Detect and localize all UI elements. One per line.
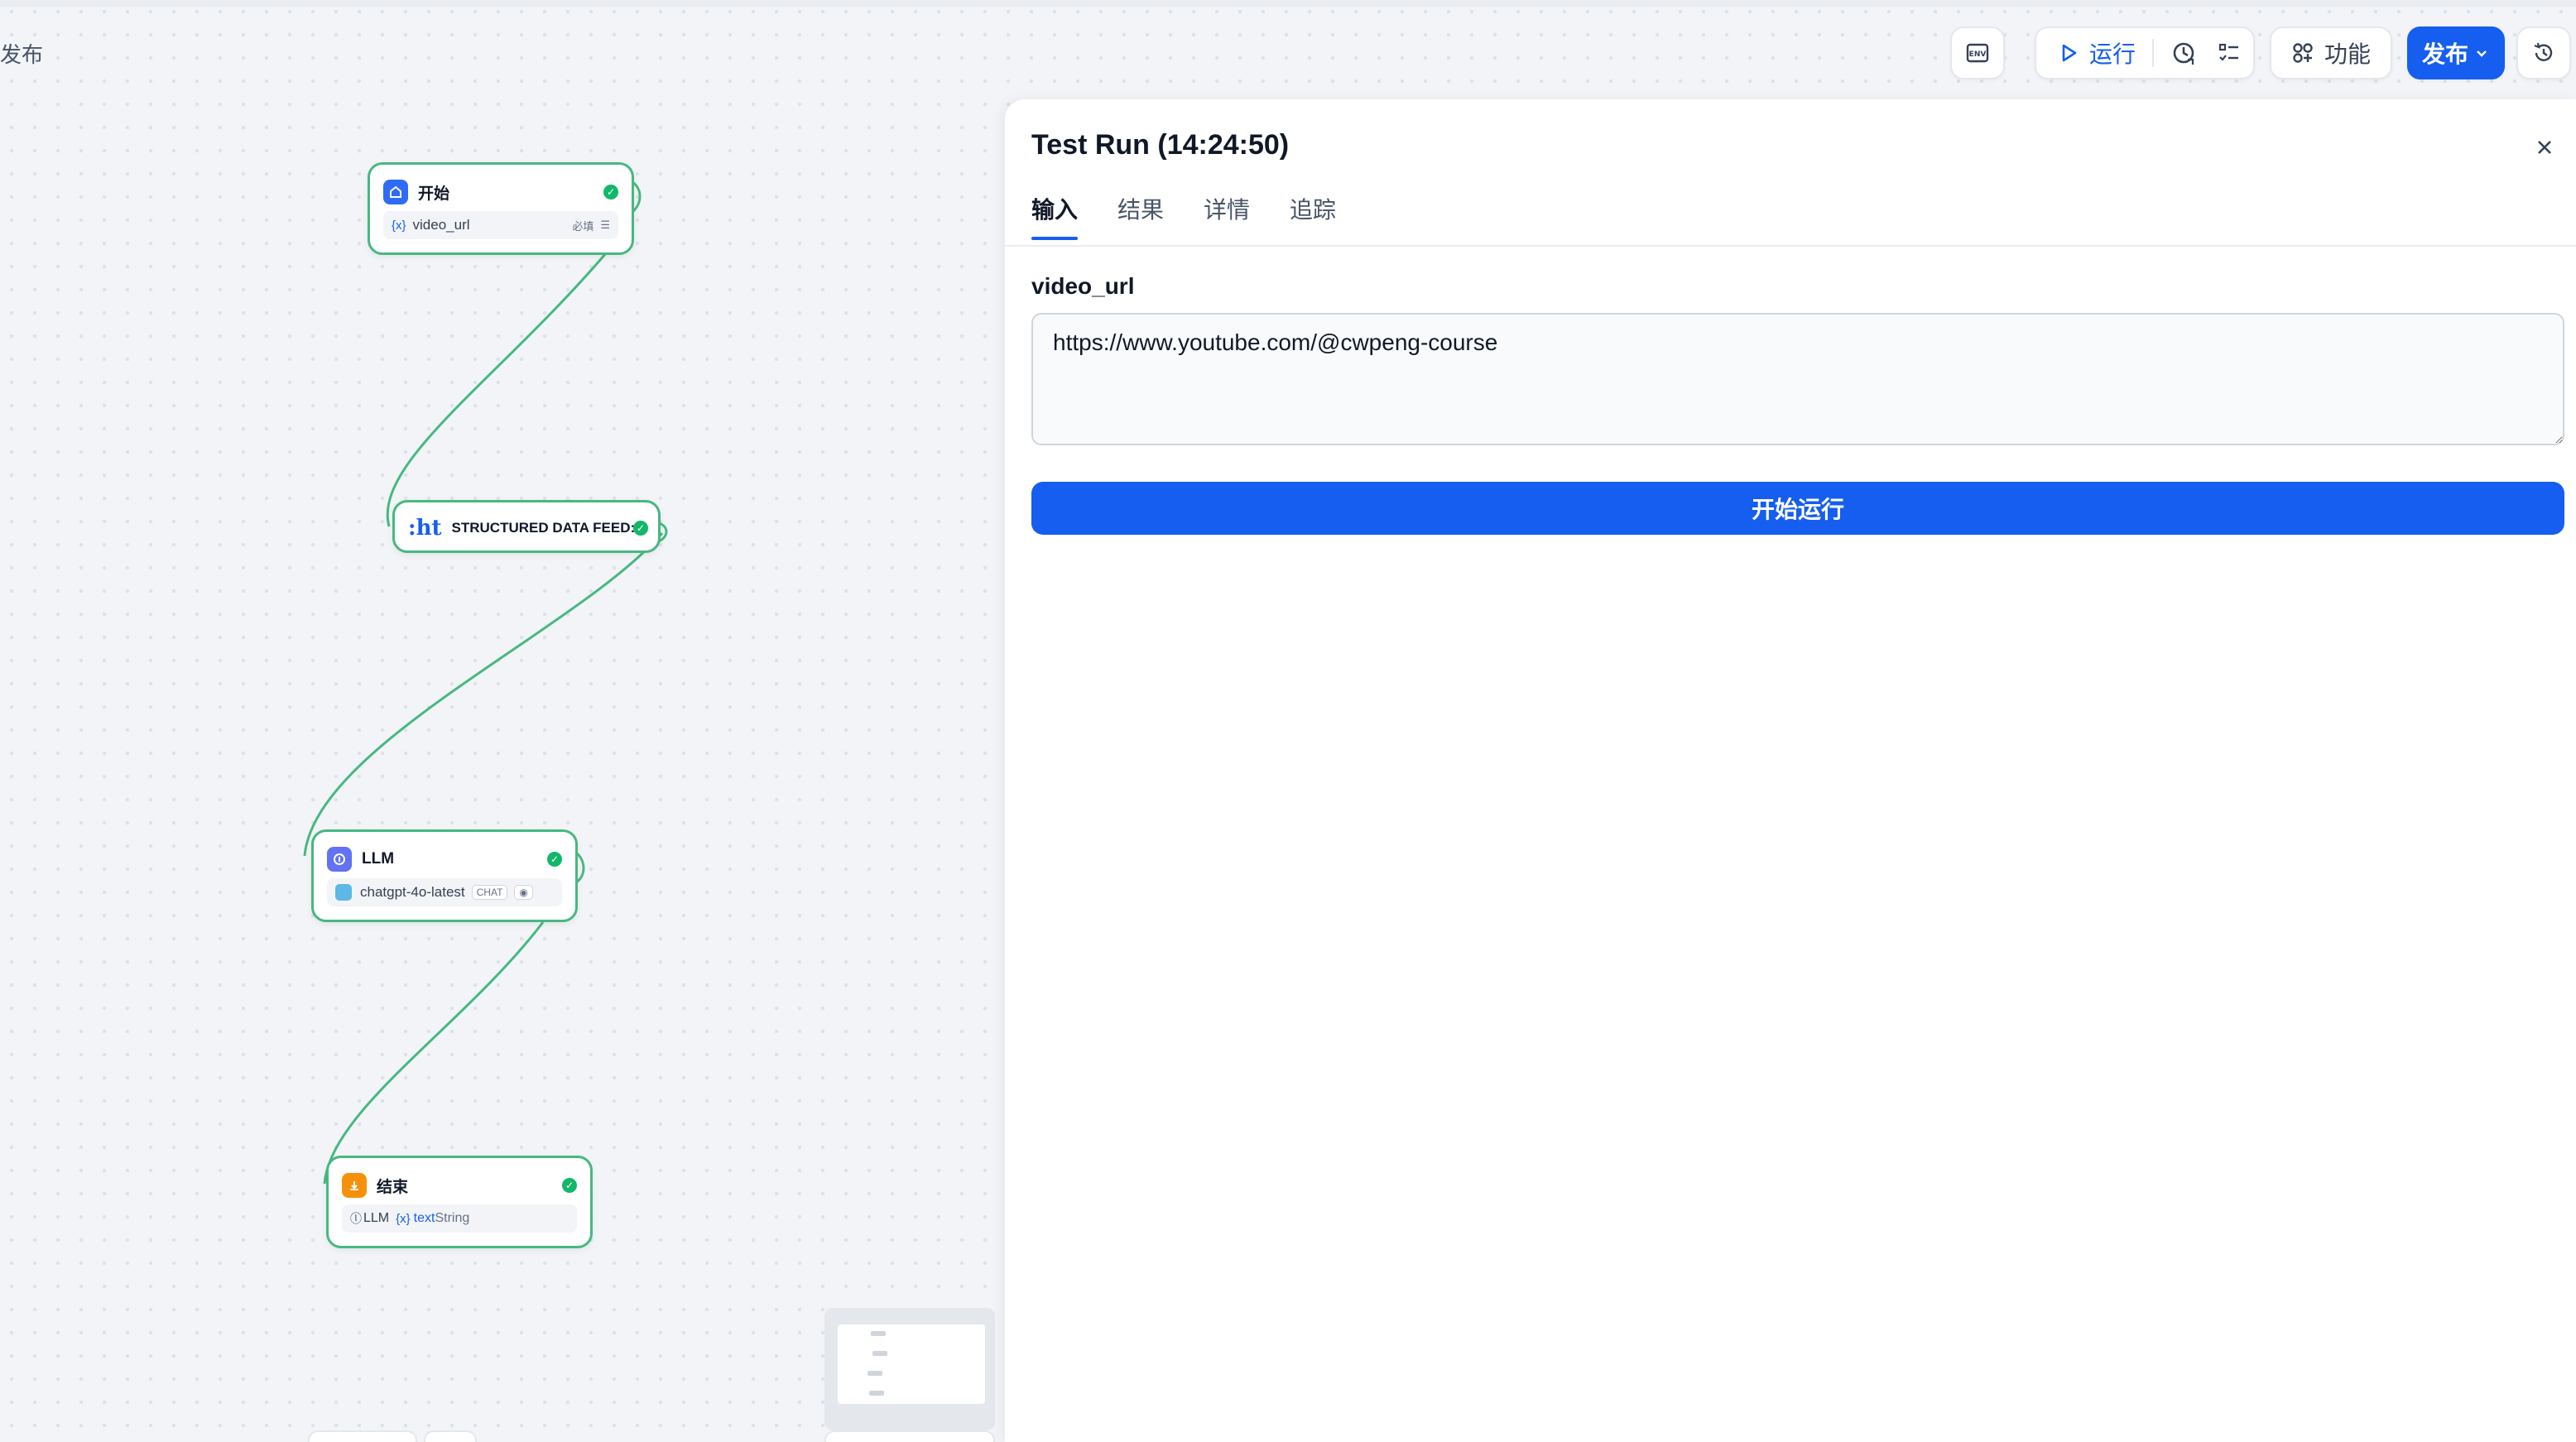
check-icon: ✓ [547, 852, 562, 867]
apps-icon [2293, 43, 2313, 63]
minimap-toggle[interactable] [824, 1430, 995, 1442]
llm-icon [327, 847, 352, 872]
zoom-control[interactable] [308, 1430, 417, 1442]
llm-model-row: chatgpt-4o-latest CHAT ◉ [327, 878, 562, 906]
checklist-icon[interactable] [2217, 41, 2242, 65]
feed-node-title: STRUCTURED DATA FEED: [451, 520, 636, 536]
tabs-divider [1005, 245, 2576, 247]
minimap-node [871, 1331, 886, 1336]
close-icon[interactable] [2531, 134, 2558, 161]
tab-input[interactable]: 输入 [1031, 192, 1079, 240]
end-node[interactable]: 结束 ✓ ⓛ LLM {x} text String [326, 1156, 593, 1248]
tab-details[interactable]: 详情 [1204, 192, 1250, 240]
llm-node-header: LLM ✓ [327, 845, 562, 873]
tab-result[interactable]: 结果 [1117, 192, 1164, 240]
video-url-input[interactable]: https://www.youtube.com/@cwpeng-course [1031, 313, 2564, 445]
toolbar-divider [2152, 39, 2155, 67]
start-node[interactable]: 开始 ✓ {x} video_url 必填 ☰ [368, 162, 634, 255]
minimap-node [869, 1391, 884, 1396]
start-node-title: 开始 [418, 185, 450, 203]
edge-start-to-feed [386, 252, 608, 527]
llm-model-name: chatgpt-4o-latest [360, 884, 465, 900]
features-button[interactable]: 功能 [2270, 26, 2392, 79]
minimap-viewport [838, 1324, 985, 1404]
check-icon: ✓ [562, 1178, 577, 1193]
run-button[interactable]: 运行 [2058, 36, 2136, 70]
end-source-name: LLM [363, 1211, 390, 1225]
end-node-title: 结束 [377, 1178, 409, 1196]
llm-node-title: LLM [362, 850, 395, 868]
llm-small-icon: ⓛ [350, 1212, 362, 1225]
version-history-button[interactable] [2516, 26, 2571, 79]
text-type-icon: ☰ [600, 219, 610, 231]
end-variable-type: String [435, 1211, 470, 1225]
canvas-control[interactable] [424, 1430, 477, 1442]
edge-llm-to-end [323, 921, 545, 1185]
feed-node-header: :ht STRUCTURED DATA FEED: ✓ [408, 514, 648, 542]
features-label: 功能 [2324, 41, 2371, 67]
feed-logo-icon: :ht [408, 516, 442, 541]
eye-icon: ◉ [514, 885, 533, 900]
minimap-node [867, 1371, 882, 1376]
end-icon [342, 1173, 367, 1198]
publish-label: 发布 [2421, 41, 2468, 67]
panel-tabs: 输入 结果 详情 追踪 [1031, 192, 1376, 240]
openai-icon [335, 884, 352, 901]
check-icon: ✓ [603, 185, 618, 199]
run-label: 运行 [2089, 41, 2136, 67]
publish-button[interactable]: 发布 [2407, 26, 2505, 79]
variable-icon: {x} [396, 1211, 411, 1226]
start-node-header: 开始 ✓ [383, 178, 618, 206]
test-run-panel: Test Run (14:24:50) 输入 结果 详情 追踪 video_ur… [1005, 99, 2576, 1442]
end-variable-name: text [413, 1211, 435, 1225]
run-history-icon[interactable] [2170, 40, 2197, 66]
feed-node[interactable]: :ht STRUCTURED DATA FEED: ✓ [392, 500, 661, 553]
svg-text:ENV: ENV [1969, 50, 1987, 59]
start-node-variable: {x} video_url 必填 ☰ [383, 211, 618, 239]
start-variable-name: video_url [412, 217, 470, 233]
chevron-down-icon [2477, 50, 2487, 57]
video-url-label: video_url [1031, 273, 1135, 299]
env-icon: ENV [1966, 43, 1989, 63]
llm-mode-chip: CHAT [471, 885, 508, 900]
minimap[interactable] [824, 1308, 995, 1430]
panel-title: Test Run (14:24:50) [1031, 129, 1290, 161]
end-node-header: 结束 ✓ [342, 1171, 577, 1199]
edge-feed-to-llm [303, 532, 664, 857]
llm-node[interactable]: LLM ✓ chatgpt-4o-latest CHAT ◉ [311, 829, 578, 922]
variable-icon: {x} [392, 218, 406, 233]
tab-trace[interactable]: 追踪 [1290, 192, 1336, 240]
env-button[interactable]: ENV [1950, 26, 2005, 79]
start-run-button[interactable]: 开始运行 [1031, 482, 2564, 535]
home-icon [383, 180, 408, 204]
history-icon [2534, 42, 2553, 61]
minimap-node [872, 1351, 887, 1356]
run-toolbar-group: 运行 [2035, 26, 2255, 79]
check-icon: ✓ [633, 521, 648, 536]
play-icon [2062, 44, 2077, 62]
required-tag: 必填 [572, 219, 594, 233]
end-output-row: ⓛ LLM {x} text String [342, 1204, 577, 1233]
